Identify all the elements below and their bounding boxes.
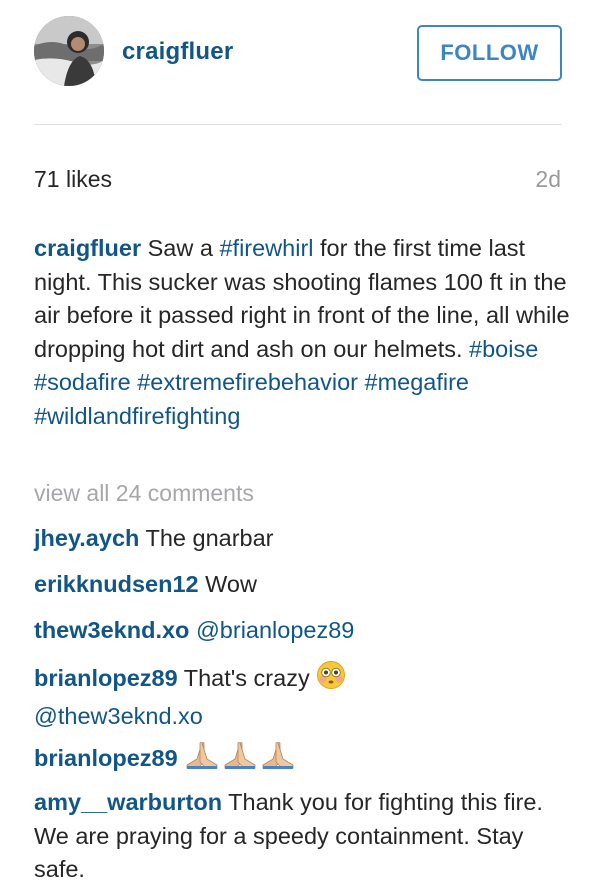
caption-username[interactable]: craigfluer (34, 235, 141, 261)
comment-text: That's crazy (177, 664, 317, 691)
comment-text: The gnarbar (139, 525, 274, 551)
comment-username[interactable]: jhey.aych (34, 525, 139, 551)
comment: amy__warburton Thank you for fighting th… (34, 786, 574, 887)
hashtag-extremefirebehavior[interactable]: #extremefirebehavior (137, 369, 358, 395)
view-all-comments-link[interactable]: view all 24 comments (34, 480, 254, 507)
hashtag-boise[interactable]: #boise (469, 336, 538, 362)
avatar[interactable] (34, 16, 104, 86)
post-caption: craigfluer Saw a #firewhirl for the firs… (34, 232, 574, 433)
likes-count[interactable]: 71 likes (34, 166, 112, 193)
caption-text: Saw a (141, 235, 220, 261)
post-header: craigfluer FOLLOW (0, 0, 600, 125)
hashtag-megafire[interactable]: #megafire (365, 369, 470, 395)
flushed-face-icon (316, 660, 346, 700)
comment-username[interactable]: brianlopez89 (34, 745, 178, 771)
comment-username[interactable]: amy__warburton (34, 789, 222, 815)
comment: thew3eknd.xo @brianlopez89 (34, 614, 574, 648)
comment-username[interactable]: thew3eknd.xo (34, 617, 189, 643)
comment-mention[interactable]: @thew3eknd.xo (34, 703, 203, 729)
comment-mention[interactable]: @brianlopez89 (196, 617, 354, 643)
comment: brianlopez89 That's crazy @thew3eknd.xo (34, 660, 574, 733)
comment: jhey.aych The gnarbar (34, 522, 574, 556)
hashtag-sodafire[interactable]: #sodafire (34, 369, 131, 395)
comment-text: Wow (198, 571, 257, 597)
post-timestamp: 2d (535, 166, 561, 192)
divider (34, 124, 562, 125)
hashtag-firewhirl[interactable]: #firewhirl (219, 235, 313, 261)
post-author-username[interactable]: craigfluer (122, 38, 233, 66)
comment-username[interactable]: erikknudsen12 (34, 571, 199, 597)
comment-username[interactable]: brianlopez89 (34, 665, 178, 691)
hashtag-wildlandfirefighting[interactable]: #wildlandfirefighting (34, 403, 240, 429)
comment: brianlopez89 (34, 740, 574, 780)
comment: erikknudsen12 Wow (34, 568, 574, 602)
avatar-photo-icon (34, 16, 104, 86)
follow-button[interactable]: FOLLOW (417, 25, 562, 81)
folded-hands-icon (184, 740, 296, 780)
